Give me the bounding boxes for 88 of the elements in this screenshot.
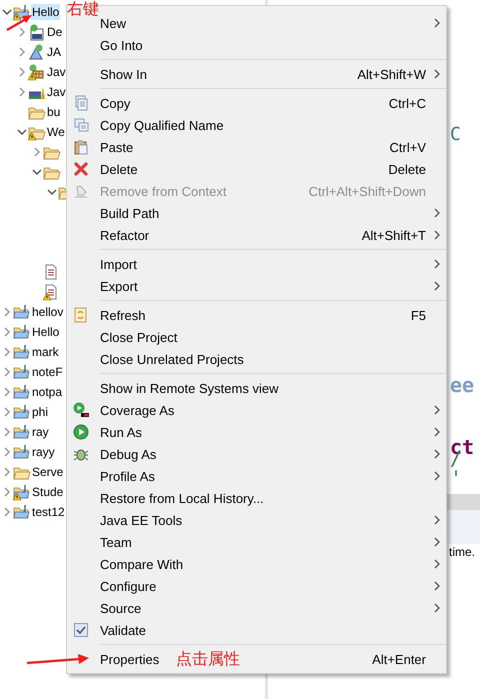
expand-chevron[interactable] [17, 67, 27, 77]
refresh-icon [72, 307, 88, 323]
clipboard-icon [72, 139, 88, 155]
menu-item[interactable]: Copy Qualified Name [100, 118, 224, 132]
menu-item[interactable]: Run As [100, 424, 142, 440]
menu-item[interactable]: Go Into [100, 38, 143, 52]
expand-chevron[interactable] [2, 507, 12, 517]
menu-item[interactable]: Validate [100, 622, 146, 638]
tree-item[interactable]: Jav [46, 64, 67, 80]
menu-item[interactable]: Build Path [100, 206, 160, 220]
menu-item[interactable]: Refresh [100, 308, 146, 322]
menu-item[interactable]: Profile As [100, 468, 155, 484]
annotation-arrow [6, 13, 32, 31]
annotation-text: 右键 [67, 0, 99, 20]
menu-item[interactable]: Java EE Tools [100, 512, 182, 528]
code-text: ee [450, 374, 474, 395]
tree-item[interactable]: De [46, 24, 64, 40]
tree-item[interactable]: test12 [31, 504, 66, 520]
delete-icon [72, 161, 88, 177]
menu-item[interactable]: Configure [100, 578, 156, 594]
tree-item[interactable]: bu [46, 104, 62, 120]
shortcut-text: Ctrl+Alt+Shift+Down [308, 184, 426, 198]
checkbox-icon[interactable] [74, 623, 88, 637]
collapse-chevron[interactable] [2, 7, 12, 17]
tree-item[interactable]: hellov [31, 304, 64, 320]
tree-item[interactable]: Hello [31, 324, 60, 340]
menu-item[interactable]: Import [100, 256, 137, 272]
menu-item[interactable]: Paste [100, 140, 134, 154]
shortcut-text: Ctrl+C [388, 96, 426, 110]
tree-item[interactable]: phi [31, 404, 50, 420]
tree-item[interactable]: Serve [31, 464, 64, 480]
copy-icon [72, 117, 88, 133]
menu-item[interactable]: Copy [100, 96, 130, 110]
menu-item[interactable]: Show in Remote Systems view [100, 380, 278, 396]
menu-item[interactable]: Properties [100, 652, 160, 666]
expand-chevron[interactable] [2, 407, 12, 417]
tree-item[interactable]: rayy [31, 444, 56, 460]
menu-item[interactable]: Export [100, 278, 138, 294]
expand-chevron[interactable] [2, 467, 12, 477]
menu-item[interactable]: Source [100, 600, 142, 616]
expand-chevron[interactable] [2, 387, 12, 397]
collapse-chevron[interactable] [47, 187, 57, 197]
shortcut-text: F5 [410, 308, 426, 322]
tree-item[interactable]: We [46, 124, 66, 140]
menu-item[interactable]: Compare With [100, 556, 184, 572]
shortcut-text: Ctrl+V [390, 140, 426, 154]
menu-item[interactable]: Show In [100, 66, 147, 82]
menu-item[interactable]: Debug As [100, 446, 156, 462]
tree-item[interactable]: Jav [46, 84, 67, 100]
shortcut-text: Delete [388, 162, 426, 176]
collapse-chevron[interactable] [17, 127, 27, 137]
code-text: C [450, 125, 461, 146]
expand-chevron[interactable] [2, 447, 12, 457]
console-text: time. [449, 545, 476, 559]
expand-chevron[interactable] [2, 327, 12, 337]
menu-item[interactable]: Delete [100, 162, 138, 176]
annotation-arrow [26, 652, 90, 666]
expand-chevron[interactable] [2, 487, 12, 497]
expand-chevron[interactable] [2, 307, 12, 317]
menu-item[interactable]: Close Project [100, 330, 178, 344]
run-icon [72, 424, 88, 440]
menu-item[interactable]: Restore from Local History... [100, 490, 264, 506]
menu-item[interactable]: Team [100, 534, 132, 550]
shortcut-text: Alt+Enter [372, 652, 426, 666]
collapse-chevron[interactable] [32, 167, 42, 177]
menu-item[interactable]: New [100, 16, 126, 30]
tree-item[interactable]: ray [31, 424, 50, 440]
tree-item[interactable]: JA [46, 44, 62, 60]
copy-icon [72, 95, 88, 111]
coverage-icon [72, 402, 88, 418]
expand-chevron[interactable] [17, 27, 27, 37]
expand-chevron[interactable] [17, 87, 27, 97]
tree-item[interactable]: mark [31, 344, 60, 360]
shortcut-text: Alt+Shift+T [362, 228, 426, 242]
menu-item[interactable]: Close Unrelated Projects [100, 352, 244, 366]
menu-item[interactable]: Coverage As [100, 402, 174, 418]
expand-chevron[interactable] [2, 427, 12, 437]
menu-item[interactable]: Refactor [100, 228, 150, 242]
tree-item[interactable]: notpa [31, 384, 64, 400]
expand-chevron[interactable] [2, 347, 12, 357]
expand-chevron[interactable] [2, 367, 12, 377]
tree-item[interactable]: Stude [31, 484, 64, 500]
expand-chevron[interactable] [32, 147, 42, 157]
tree-item[interactable]: Hello [31, 4, 60, 20]
annotation-text: 点击属性 [176, 649, 240, 670]
shortcut-text: Alt+Shift+W [357, 66, 426, 82]
expand-chevron[interactable] [17, 47, 27, 57]
tree-item[interactable]: noteF [31, 364, 64, 380]
